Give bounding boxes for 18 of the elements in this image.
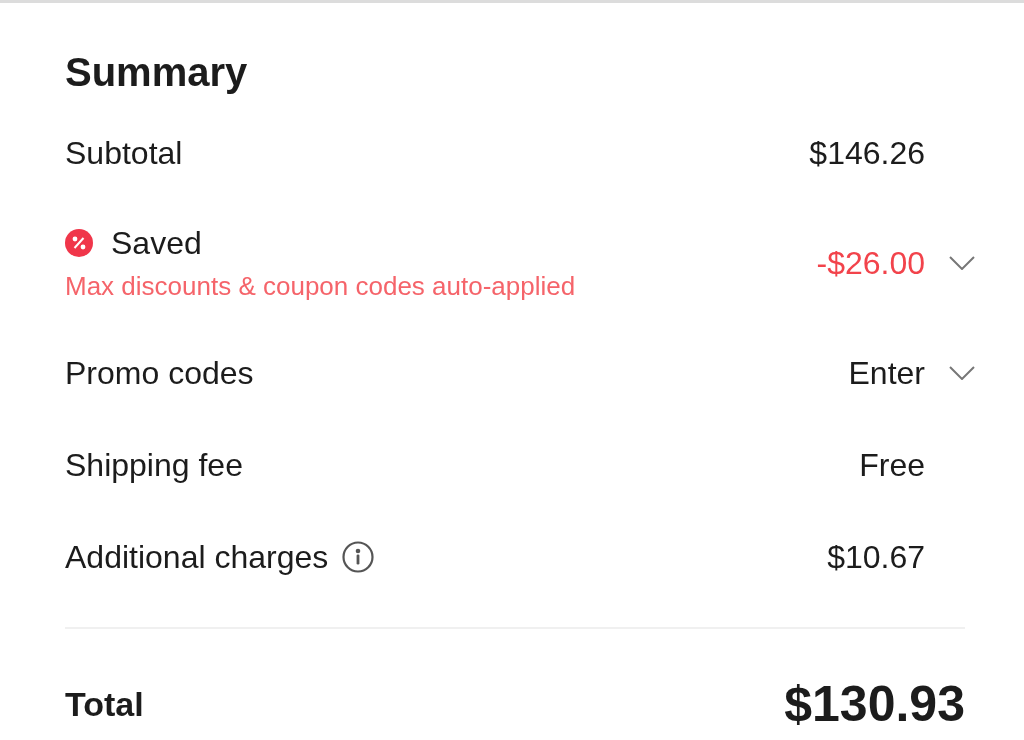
row-label: Subtotal — [65, 134, 183, 173]
percent-icon — [65, 229, 93, 257]
row-label: Promo codes — [65, 354, 254, 393]
info-icon[interactable] — [342, 541, 375, 573]
row-label: Saved — [111, 224, 202, 263]
row-value: $10.67 — [827, 538, 925, 577]
row-value: Free — [859, 446, 925, 485]
row-label: Additional charges — [65, 538, 329, 577]
row-value: $146.26 — [809, 134, 925, 173]
total-value: $130.93 — [784, 675, 965, 734]
chevron-down-icon[interactable] — [949, 366, 975, 380]
row-value: Enter — [848, 354, 925, 393]
total-label: Total — [65, 684, 144, 725]
summary-heading: Summary — [65, 49, 248, 96]
row-value: -$26.00 — [816, 244, 925, 283]
row-label: Shipping fee — [65, 446, 243, 485]
savings-note: Max discounts & coupon codes auto-applied — [65, 270, 576, 303]
chevron-down-icon[interactable] — [949, 256, 975, 270]
